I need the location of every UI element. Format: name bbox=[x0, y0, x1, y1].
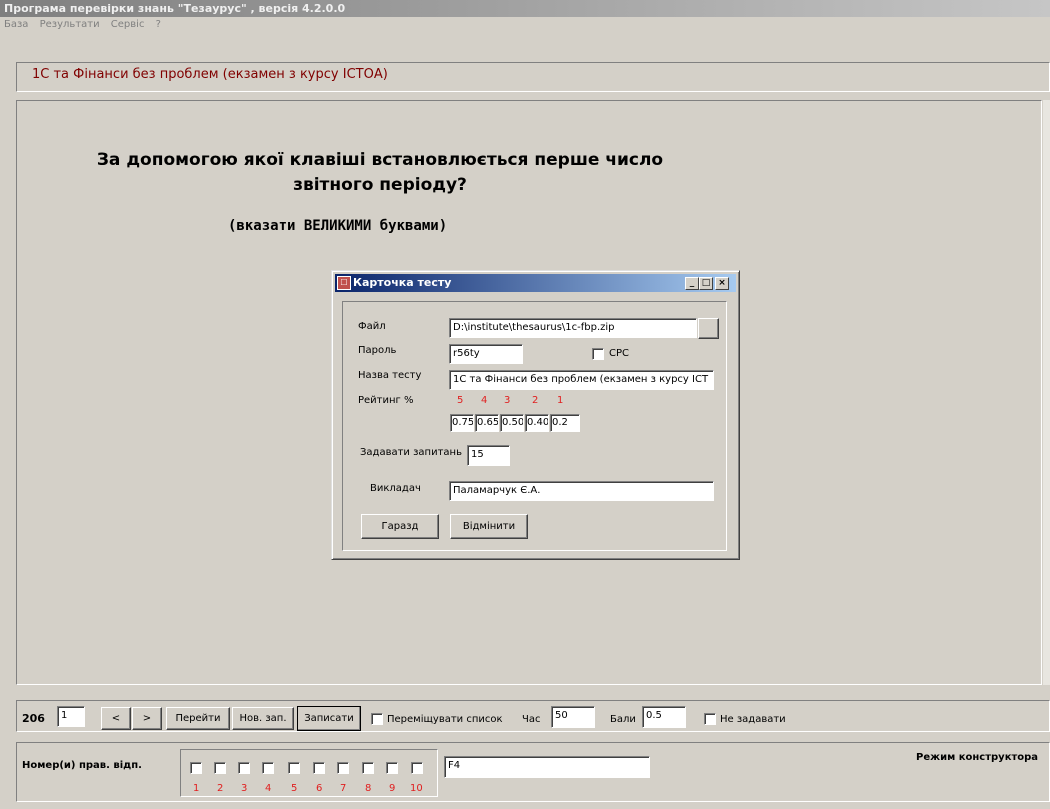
answer-checkbox-5[interactable] bbox=[288, 762, 300, 774]
answer-checkbox-7[interactable] bbox=[337, 762, 349, 774]
cpc-checkbox[interactable] bbox=[592, 348, 604, 360]
scrollbar[interactable] bbox=[1043, 100, 1050, 685]
question-hint: (вказати ВЕЛИКИМИ буквами) bbox=[228, 218, 448, 234]
answer-checkbox-4[interactable] bbox=[262, 762, 274, 774]
cancel-button[interactable]: Відмінити bbox=[450, 514, 528, 539]
answer-number-5: 5 bbox=[291, 783, 298, 794]
goto-button[interactable]: Перейти bbox=[166, 707, 230, 730]
answer-checkbox-9[interactable] bbox=[386, 762, 398, 774]
rating-value-4[interactable]: 0.65 bbox=[475, 414, 499, 432]
answer-number-8: 8 bbox=[365, 783, 372, 794]
no-ask-label: Не задавати bbox=[720, 714, 786, 725]
grade-2: 2 bbox=[532, 395, 539, 406]
answer-number-6: 6 bbox=[316, 783, 323, 794]
password-label: Пароль bbox=[358, 345, 397, 356]
next-button[interactable]: > bbox=[132, 707, 162, 730]
menu-item-base[interactable]: База bbox=[4, 19, 28, 30]
grade-3: 3 bbox=[504, 395, 511, 406]
question-line-1: За допомогою якої клавіші встановлюється… bbox=[96, 150, 664, 170]
prev-button[interactable]: < bbox=[101, 707, 131, 730]
new-record-button[interactable]: Нов. зап. bbox=[232, 707, 294, 730]
ok-button[interactable]: Гаразд bbox=[361, 514, 439, 539]
rating-value-1[interactable]: 0.2 bbox=[550, 414, 580, 432]
score-label: Бали bbox=[610, 714, 636, 725]
menu-bar: База Результати Сервіс ? bbox=[0, 17, 1050, 32]
answer-checkbox-1[interactable] bbox=[190, 762, 202, 774]
password-field[interactable]: r56ty bbox=[449, 344, 523, 364]
rating-label: Рейтинг % bbox=[358, 395, 414, 406]
answer-number-4: 4 bbox=[265, 783, 272, 794]
save-button[interactable]: Записати bbox=[297, 706, 361, 731]
question-count: 206 bbox=[22, 712, 45, 725]
answer-number-10: 10 bbox=[410, 783, 423, 794]
grade-1: 1 bbox=[557, 395, 564, 406]
answer-number-9: 9 bbox=[389, 783, 396, 794]
questions-count-field[interactable]: 15 bbox=[467, 445, 510, 466]
time-field[interactable]: 50 bbox=[551, 706, 595, 728]
teacher-label: Викладач bbox=[370, 483, 421, 494]
answer-number-2: 2 bbox=[217, 783, 224, 794]
question-text: За допомогою якої клавіші встановлюється… bbox=[80, 148, 680, 198]
browse-button[interactable] bbox=[698, 318, 719, 339]
answer-checkbox-10[interactable] bbox=[411, 762, 423, 774]
grade-5: 5 bbox=[457, 395, 464, 406]
close-icon[interactable]: × bbox=[715, 277, 729, 290]
answer-number-7: 7 bbox=[340, 783, 347, 794]
question-line-2: звітного періоду? bbox=[293, 175, 467, 195]
shuffle-checkbox[interactable] bbox=[371, 713, 383, 725]
file-field[interactable]: D:\institute\thesaurus\1c-fbp.zip bbox=[449, 318, 697, 338]
score-field[interactable]: 0.5 bbox=[642, 706, 686, 728]
rating-value-2[interactable]: 0.40 bbox=[525, 414, 549, 432]
answer-checkbox-3[interactable] bbox=[238, 762, 250, 774]
answer-text-field[interactable]: F4 bbox=[444, 756, 650, 778]
dialog-title-bar[interactable]: ☐ Карточка тесту _ □ × bbox=[335, 274, 736, 292]
teacher-field[interactable]: Паламарчук Є.А. bbox=[449, 481, 714, 501]
question-index-field[interactable]: 1 bbox=[57, 706, 85, 727]
maximize-icon[interactable]: □ bbox=[699, 277, 713, 290]
answer-checkbox-8[interactable] bbox=[362, 762, 374, 774]
window-title-bar: Програма перевірки знань "Тезаурус" , ве… bbox=[0, 0, 1050, 17]
menu-item-results[interactable]: Результати bbox=[40, 19, 100, 30]
questions-count-label: Задавати запитань bbox=[360, 447, 462, 458]
test-name-field[interactable]: 1С та Фінанси без проблем (екзамен з кур… bbox=[449, 370, 714, 390]
test-card-dialog: ☐ Карточка тесту _ □ × Файл D:\institute… bbox=[331, 270, 740, 560]
file-label: Файл bbox=[358, 321, 386, 332]
cpc-label: СРС bbox=[609, 348, 629, 359]
rating-value-5[interactable]: 0.75 bbox=[450, 414, 474, 432]
answer-number-1: 1 bbox=[193, 783, 200, 794]
constructor-mode-label: Режим конструктора bbox=[916, 752, 1039, 763]
dialog-title: Карточка тесту bbox=[353, 276, 452, 289]
test-title: 1С та Фінанси без проблем (екзамен з кур… bbox=[32, 67, 388, 82]
time-label: Час bbox=[522, 714, 541, 725]
window-title: Програма перевірки знань "Тезаурус" , ве… bbox=[4, 2, 346, 15]
answer-checkbox-2[interactable] bbox=[214, 762, 226, 774]
menu-item-help[interactable]: ? bbox=[156, 19, 161, 30]
app-icon: ☐ bbox=[337, 276, 351, 290]
grade-4: 4 bbox=[481, 395, 488, 406]
answer-number-3: 3 bbox=[241, 783, 248, 794]
menu-item-service[interactable]: Сервіс bbox=[111, 19, 145, 30]
shuffle-label: Переміщувати список bbox=[387, 714, 503, 725]
no-ask-checkbox[interactable] bbox=[704, 713, 716, 725]
test-name-label: Назва тесту bbox=[358, 370, 422, 381]
answer-checkbox-6[interactable] bbox=[313, 762, 325, 774]
rating-value-3[interactable]: 0.50 bbox=[500, 414, 524, 432]
correct-answers-label: Номер(и) прав. відп. bbox=[22, 760, 142, 771]
minimize-icon[interactable]: _ bbox=[685, 277, 699, 290]
